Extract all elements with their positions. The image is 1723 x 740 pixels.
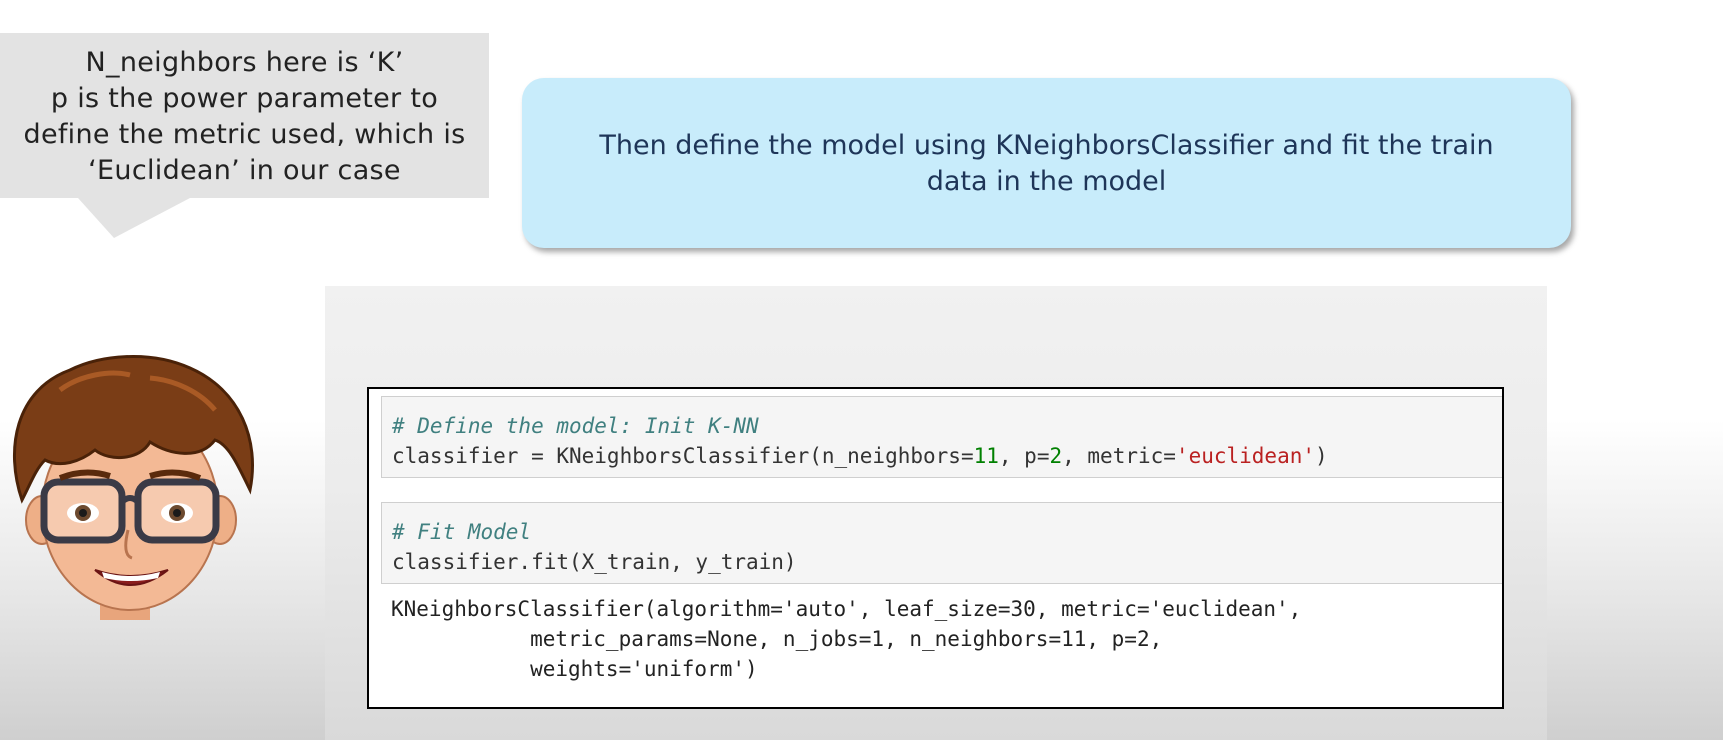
cell-output: KNeighborsClassifier(algorithm='auto', l…	[391, 594, 1301, 684]
callout-bubble: N_neighbors here is ‘K’ p is the power p…	[0, 33, 489, 198]
callout-tail	[78, 198, 190, 238]
code-comment: # Define the model: Init K-NN	[392, 414, 759, 438]
output-line: KNeighborsClassifier(algorithm='auto', l…	[391, 597, 1302, 621]
code-text: , metric=	[1062, 444, 1176, 468]
code-number: 2	[1049, 444, 1063, 468]
code-cell-fit-model: # Fit Model classifier.fit(X_train, y_tra…	[381, 502, 1502, 584]
code-number: 11	[973, 444, 999, 468]
output-line: weights='uniform')	[391, 657, 758, 681]
code-text: , p=	[998, 444, 1050, 468]
output-line: metric_params=None, n_jobs=1, n_neighbor…	[391, 627, 1163, 651]
callout-line: p is the power parameter to	[50, 83, 439, 114]
code-line: classifier = KNeighborsClassifier(n_neig…	[392, 441, 1502, 471]
info-box-line: data in the model	[926, 166, 1167, 197]
notebook-screenshot: # Define the model: Init K-NN classifier …	[367, 387, 1504, 709]
code-cell-define-model: # Define the model: Init K-NN classifier …	[381, 396, 1502, 478]
callout-line: N_neighbors here is ‘K’	[85, 47, 404, 78]
cartoon-avatar-icon	[12, 355, 254, 620]
callout-line: define the metric used, which is	[23, 119, 466, 150]
info-box-line: Then define the model using KNeighborsCl…	[599, 130, 1494, 161]
callout-line: ‘Euclidean’ in our case	[88, 155, 401, 186]
code-comment: # Fit Model	[392, 520, 532, 544]
code-text: )	[1315, 444, 1328, 468]
code-text: classifier = KNeighborsClassifier(n_neig…	[392, 444, 974, 468]
code-line: classifier.fit(X_train, y_train)	[392, 550, 797, 574]
code-string: 'euclidean'	[1175, 444, 1315, 468]
info-box: Then define the model using KNeighborsCl…	[522, 78, 1571, 248]
